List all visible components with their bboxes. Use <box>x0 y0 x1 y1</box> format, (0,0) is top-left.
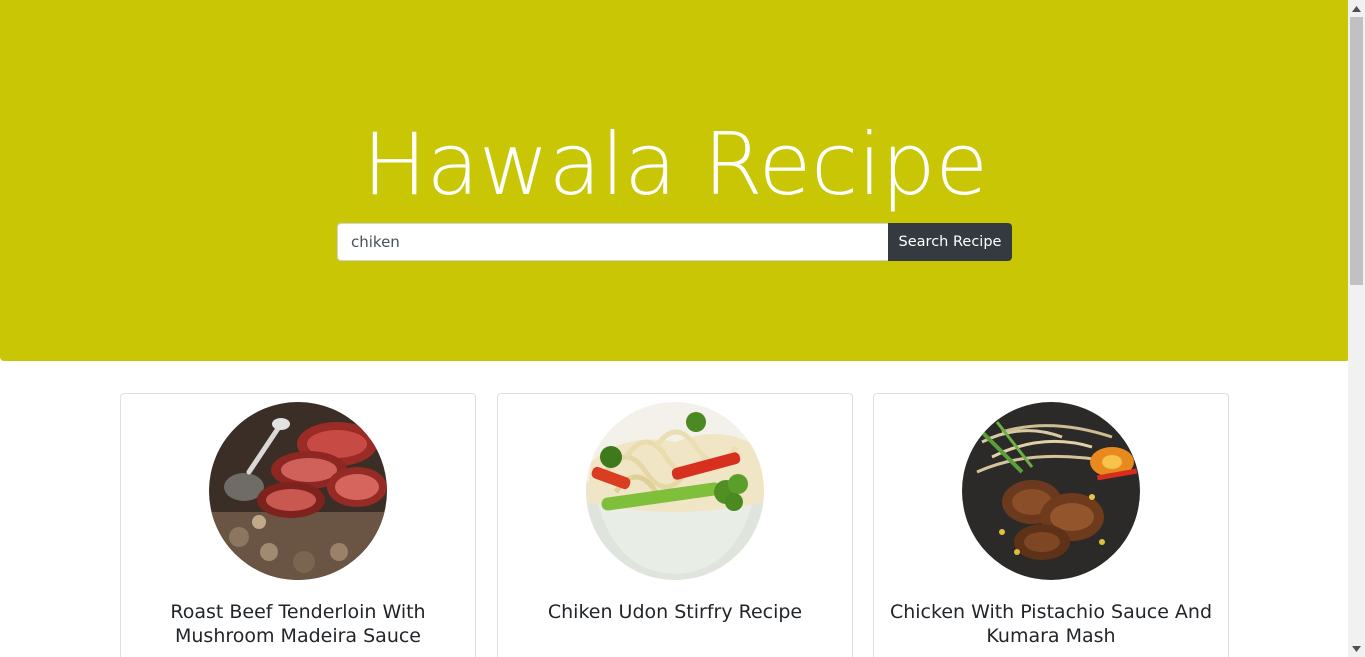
roast-beef-image[interactable] <box>209 402 387 580</box>
vertical-scrollbar[interactable] <box>1348 0 1365 657</box>
scrollbar-thumb[interactable] <box>1350 17 1363 285</box>
search-form: Search Recipe <box>337 223 1012 261</box>
recipe-card[interactable]: Chiken Udon Stirfry Recipe <box>497 393 853 657</box>
scroll-up-arrow-icon[interactable] <box>1348 0 1365 17</box>
search-recipe-button[interactable]: Search Recipe <box>888 223 1012 261</box>
udon-stirfry-image[interactable] <box>586 402 764 580</box>
chicken-pistachio-image[interactable] <box>962 402 1140 580</box>
page: Hawala Recipe Search Recipe <box>0 0 1348 657</box>
hero-banner: Hawala Recipe Search Recipe <box>0 0 1348 361</box>
recipe-card[interactable]: Chicken With Pistachio Sauce And Kumara … <box>873 393 1229 657</box>
recipe-title[interactable]: Roast Beef Tenderloin With Mushroom Made… <box>131 600 465 648</box>
scroll-down-arrow-icon[interactable] <box>1348 640 1365 657</box>
recipe-title[interactable]: Chiken Udon Stirfry Recipe <box>508 600 842 624</box>
recipe-card[interactable]: Roast Beef Tenderloin With Mushroom Made… <box>120 393 476 657</box>
recipe-title[interactable]: Chicken With Pistachio Sauce And Kumara … <box>884 600 1218 648</box>
site-title: Hawala Recipe <box>362 115 988 215</box>
search-input[interactable] <box>337 223 888 261</box>
